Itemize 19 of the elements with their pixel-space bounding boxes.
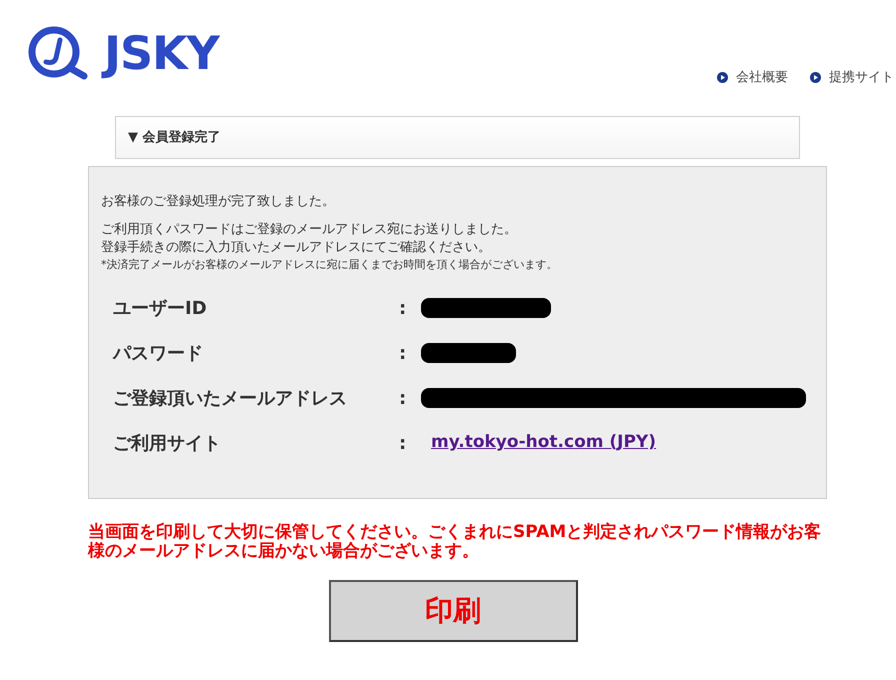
colon-separator: :	[399, 432, 408, 456]
field-label: ご利用サイト	[113, 432, 222, 456]
field-label: パスワード	[113, 342, 204, 366]
colon-separator: :	[399, 296, 408, 320]
colon-separator: :	[399, 342, 408, 366]
warning-text: 当画面を印刷して大切に保管してください。ごくまれにSPAMと判定されパスワード情報がお客様のメールアドレスに届かない場合がございます。	[88, 523, 822, 561]
message-text: 登録手続きの際に入力頂いたメールアドレスにてご確認ください。	[101, 239, 492, 257]
colon-separator: :	[399, 386, 408, 410]
play-circle-icon	[717, 72, 728, 84]
field-label: ユーザーID	[113, 296, 208, 320]
message-text: ご利用頂くパスワードはご登録のメールアドレス宛にお送りしました。	[101, 221, 518, 239]
message-text: お客様のご登録処理が完了致しました。	[101, 193, 336, 211]
nav-link[interactable]: 会社概要	[736, 68, 788, 88]
field-label: ご登録頂いたメールアドレス	[113, 386, 348, 410]
nav-link[interactable]: 提携サイト	[829, 68, 894, 88]
section-header: ▼ 会員登録完了	[115, 116, 800, 159]
play-circle-icon	[810, 72, 821, 84]
site-link[interactable]: my.tokyo-hot.com (JPY)	[431, 430, 656, 456]
footnote-text: *決済完了メールがお客様のメールアドレスに宛に届くまでお時間を頂く場合がございます。	[101, 257, 558, 273]
